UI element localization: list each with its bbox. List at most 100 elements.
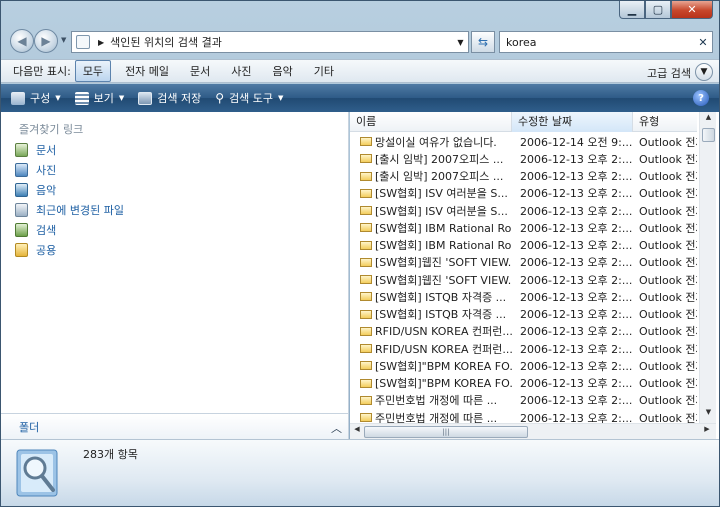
- email-icon: [360, 257, 372, 267]
- horizontal-scroll-thumb[interactable]: |||: [364, 426, 528, 438]
- column-type[interactable]: 유형: [633, 112, 697, 132]
- table-row[interactable]: [SW협회] IBM Rational Ro... 2006-12-13 오후 2…: [350, 237, 697, 254]
- nav-link-recent[interactable]: 최근에 변경된 파일: [15, 202, 124, 218]
- save-disk-icon: [138, 91, 153, 105]
- table-row[interactable]: [SW협회] IBM Rational Ro... 2006-12-13 오후 2…: [350, 219, 697, 236]
- table-row[interactable]: RFID/USN KOREA 컨퍼런... 2006-12-13 오후 2:...…: [350, 340, 697, 357]
- save-search-button[interactable]: 검색 저장: [138, 90, 201, 106]
- folders-bar[interactable]: 폴더 ︿: [1, 413, 348, 439]
- nav-link-label: 사진: [36, 164, 57, 177]
- cell-name-text: 주민번호법 개정에 따른 ...: [375, 411, 498, 423]
- table-row[interactable]: [SW협회]"BPM KOREA FO... 2006-12-13 오후 2:..…: [350, 375, 697, 392]
- cell-name: [SW협회] IBM Rational Ro...: [350, 237, 512, 253]
- recent-files-icon: [15, 203, 28, 217]
- nav-link-pictures[interactable]: 사진: [15, 162, 56, 178]
- music-icon: [15, 183, 28, 197]
- scroll-down-icon[interactable]: ▼: [700, 408, 717, 422]
- organize-button[interactable]: 구성 ▼: [11, 90, 61, 106]
- cell-type: Outlook 전자: [639, 325, 697, 339]
- cell-name-text: [SW협회]웹진 'SOFT VIEW...: [375, 273, 512, 287]
- table-row[interactable]: 망설이실 여유가 없습니다. 2006-12-14 오전 9:... Outlook…: [350, 133, 697, 150]
- vertical-scrollbar[interactable]: ▲ ▼: [699, 112, 716, 423]
- command-bar: 구성 ▼ 보기 ▼ 검색 저장 ⚲ 검색 도구 ▼ ?: [1, 84, 719, 112]
- save-search-label: 검색 저장: [157, 92, 202, 105]
- chevron-up-icon[interactable]: ︿: [331, 420, 342, 436]
- table-row[interactable]: 주민번호법 개정에 따른 ... 2006-12-13 오후 2:... Outlo…: [350, 409, 697, 423]
- organize-icon: [11, 91, 25, 105]
- email-icon: [360, 395, 372, 405]
- search-tools-button[interactable]: ⚲ 검색 도구 ▼: [215, 90, 283, 106]
- scroll-right-icon[interactable]: ▶: [700, 425, 714, 433]
- column-date-modified[interactable]: 수정한 날짜: [512, 112, 633, 132]
- cell-type: Outlook 전자: [639, 170, 697, 184]
- nav-link-searches[interactable]: 검색: [15, 222, 56, 238]
- address-path[interactable]: 색인된 위치의 검색 결과: [110, 34, 452, 50]
- search-box[interactable]: korea ✕: [499, 31, 713, 53]
- table-row[interactable]: [SW협회] ISTQB 자격증 ... 2006-12-13 오후 2:... O…: [350, 288, 697, 305]
- scroll-left-icon[interactable]: ◀: [350, 425, 364, 433]
- recent-pages-dropdown[interactable]: ▼: [61, 36, 66, 44]
- forward-button[interactable]: ▶: [34, 29, 58, 53]
- cell-name: [출시 임박] 2007오피스 ...: [350, 151, 512, 167]
- scroll-up-icon[interactable]: ▲: [700, 113, 717, 127]
- file-list: 이름 수정한 날짜 유형 망설이실 여유가 없습니다. 2006-12-14 오전…: [350, 112, 719, 439]
- search-input[interactable]: korea: [506, 36, 694, 49]
- table-row[interactable]: 주민번호법 개정에 따른 ... 2006-12-13 오후 2:... Outlo…: [350, 392, 697, 409]
- file-rows: 망설이실 여유가 없습니다. 2006-12-14 오전 9:... Outlook…: [350, 133, 697, 423]
- cell-name-text: [SW협회] ISV 여러분을 S...: [375, 187, 508, 201]
- favorite-links-header: 즐겨찾기 링크: [19, 123, 84, 136]
- magnifier-icon: ⚲: [215, 91, 225, 105]
- cell-date: 2006-12-13 오후 2:...: [520, 394, 633, 408]
- filter-pictures[interactable]: 사진: [224, 61, 258, 81]
- filter-all[interactable]: 모두: [74, 60, 112, 82]
- cell-type: Outlook 전자: [639, 152, 697, 166]
- expand-advanced-button[interactable]: ▼: [695, 63, 713, 81]
- cell-date: 2006-12-13 오후 2:...: [520, 308, 633, 322]
- cell-date: 2006-12-13 오후 2:...: [520, 256, 633, 270]
- nav-link-public[interactable]: 공용: [15, 242, 56, 258]
- address-bar[interactable]: ▶ 색인된 위치의 검색 결과 ▼: [71, 31, 469, 53]
- address-dropdown-icon[interactable]: ▼: [452, 38, 468, 47]
- cell-date: 2006-12-13 오후 2:...: [520, 239, 633, 253]
- clear-search-icon[interactable]: ✕: [694, 36, 712, 49]
- nav-link-music[interactable]: 음악: [15, 182, 56, 198]
- table-row[interactable]: [출시 임박] 2007오피스 ... 2006-12-13 오후 2:... Ou…: [350, 150, 697, 167]
- horizontal-scrollbar[interactable]: ◀ ||| ▶: [350, 423, 716, 439]
- cell-date: 2006-12-13 오후 2:...: [520, 411, 633, 423]
- advanced-search-link[interactable]: 고급 검색: [647, 65, 691, 81]
- filter-music[interactable]: 음악: [266, 61, 300, 81]
- column-headers: 이름 수정한 날짜 유형: [350, 112, 697, 132]
- cell-type: Outlook 전자: [639, 239, 697, 253]
- cell-name-text: [SW협회] ISTQB 자격증 ...: [375, 308, 507, 322]
- table-row[interactable]: [SW협회] ISV 여러분을 S... 2006-12-13 오후 2:... O…: [350, 202, 697, 219]
- filter-email[interactable]: 전자 메일: [118, 61, 176, 81]
- minimize-button[interactable]: ▁: [619, 1, 645, 19]
- close-button[interactable]: ✕: [671, 1, 713, 19]
- vertical-scroll-thumb[interactable]: [702, 128, 715, 142]
- table-row[interactable]: [출시 임박] 2007오피스 ... 2006-12-13 오후 2:... Ou…: [350, 168, 697, 185]
- search-tools-label: 검색 도구: [229, 92, 274, 105]
- table-row[interactable]: [SW협회] ISV 여러분을 S... 2006-12-13 오후 2:... O…: [350, 185, 697, 202]
- table-row[interactable]: [SW협회] ISTQB 자격증 ... 2006-12-13 오후 2:... O…: [350, 306, 697, 323]
- nav-link-documents[interactable]: 문서: [15, 142, 56, 158]
- help-button[interactable]: ?: [693, 90, 709, 106]
- close-icon: ✕: [687, 3, 697, 16]
- views-label: 보기: [93, 92, 114, 105]
- refresh-button[interactable]: ⇆: [471, 31, 495, 53]
- cell-type: Outlook 전자: [639, 135, 697, 149]
- filter-documents[interactable]: 문서: [183, 61, 217, 81]
- cell-type: Outlook 전자: [639, 308, 697, 322]
- cell-type: Outlook 전자: [639, 342, 697, 356]
- views-button[interactable]: 보기 ▼: [74, 90, 124, 106]
- cell-date: 2006-12-13 오후 2:...: [520, 290, 633, 304]
- breadcrumb-arrow-icon[interactable]: ▶: [98, 38, 104, 47]
- column-name[interactable]: 이름: [350, 112, 512, 132]
- table-row[interactable]: RFID/USN KOREA 컨퍼런... 2006-12-13 오후 2:...…: [350, 323, 697, 340]
- table-row[interactable]: [SW협회]웹진 'SOFT VIEW... 2006-12-13 오후 2:..…: [350, 254, 697, 271]
- table-row[interactable]: [SW협회]웹진 'SOFT VIEW... 2006-12-13 오후 2:..…: [350, 271, 697, 288]
- table-row[interactable]: [SW협회]"BPM KOREA FO... 2006-12-13 오후 2:..…: [350, 357, 697, 374]
- filter-other[interactable]: 기타: [307, 61, 341, 81]
- organize-label: 구성: [30, 92, 51, 105]
- maximize-button[interactable]: ▢: [645, 1, 671, 19]
- back-button[interactable]: ◀: [10, 29, 34, 53]
